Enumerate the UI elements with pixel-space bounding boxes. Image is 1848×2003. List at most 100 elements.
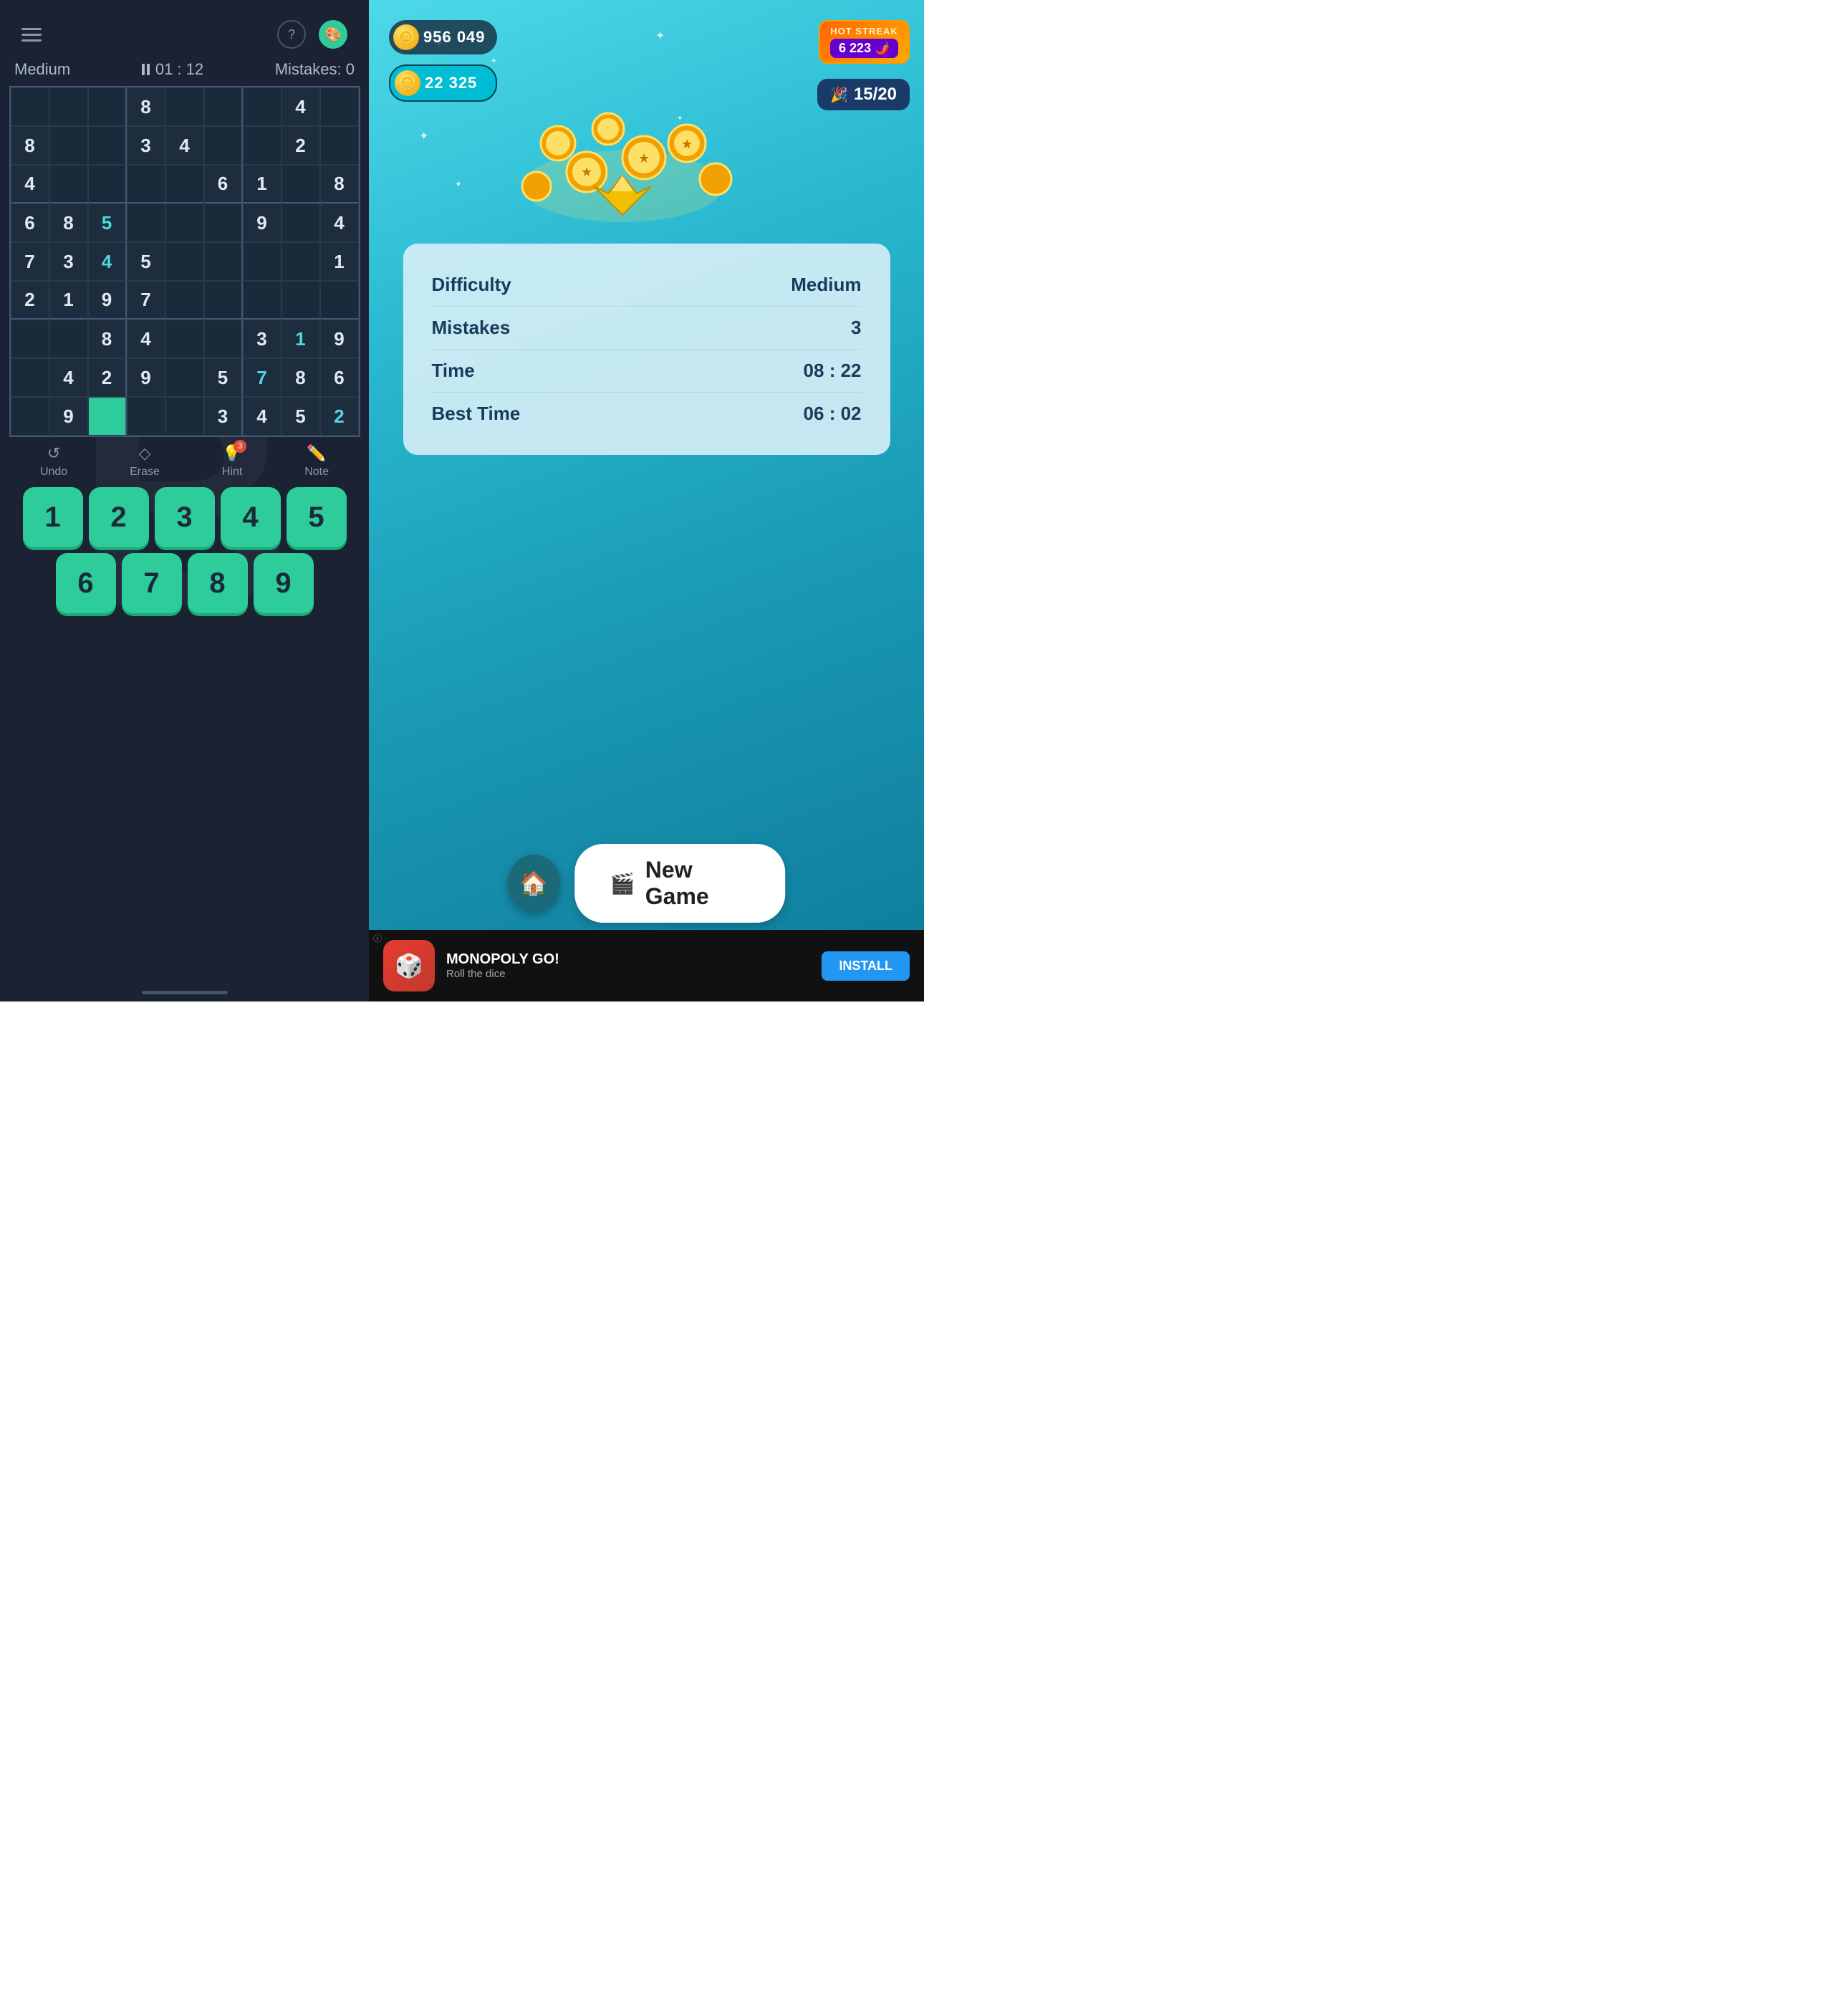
cell[interactable] xyxy=(165,281,204,320)
num-btn-9[interactable]: 9 xyxy=(254,553,314,613)
cell[interactable] xyxy=(204,203,243,242)
pause-icon[interactable] xyxy=(142,64,150,75)
cell[interactable]: 8 xyxy=(11,126,49,165)
cell[interactable]: 6 xyxy=(320,358,359,397)
cell[interactable]: 9 xyxy=(243,203,281,242)
cell[interactable] xyxy=(11,87,49,126)
cell[interactable]: 1 xyxy=(243,165,281,203)
cell[interactable] xyxy=(127,165,165,203)
cell[interactable]: 3 xyxy=(127,126,165,165)
cell[interactable]: 9 xyxy=(88,281,127,320)
cell[interactable]: 1 xyxy=(320,242,359,281)
cell[interactable] xyxy=(204,87,243,126)
cell[interactable] xyxy=(165,397,204,436)
cell[interactable]: 4 xyxy=(243,397,281,436)
num-btn-7[interactable]: 7 xyxy=(122,553,182,613)
num-btn-4[interactable]: 4 xyxy=(221,487,281,547)
cell[interactable]: 3 xyxy=(204,397,243,436)
cell[interactable] xyxy=(11,320,49,358)
cell[interactable] xyxy=(127,203,165,242)
cell[interactable]: 4 xyxy=(127,320,165,358)
cell[interactable]: 6 xyxy=(204,165,243,203)
cell[interactable] xyxy=(243,87,281,126)
cell[interactable] xyxy=(88,126,127,165)
install-button[interactable]: INSTALL xyxy=(822,951,910,981)
cell[interactable] xyxy=(204,320,243,358)
cell[interactable] xyxy=(11,358,49,397)
cell[interactable] xyxy=(165,87,204,126)
cell[interactable] xyxy=(204,242,243,281)
cell[interactable]: 4 xyxy=(320,203,359,242)
cell[interactable]: 8 xyxy=(281,358,320,397)
cell[interactable]: 8 xyxy=(320,165,359,203)
num-btn-8[interactable]: 8 xyxy=(188,553,248,613)
cell[interactable]: 2 xyxy=(320,397,359,436)
cell[interactable] xyxy=(320,126,359,165)
hint-button[interactable]: 💡 Hint 3 xyxy=(222,444,242,479)
cell[interactable]: 2 xyxy=(281,126,320,165)
cell[interactable] xyxy=(49,165,88,203)
cell[interactable]: 9 xyxy=(49,397,88,436)
cell[interactable]: 4 xyxy=(11,165,49,203)
cell[interactable]: 1 xyxy=(281,320,320,358)
num-btn-6[interactable]: 6 xyxy=(56,553,116,613)
cell[interactable]: 5 xyxy=(204,358,243,397)
cell[interactable] xyxy=(165,320,204,358)
cell[interactable] xyxy=(243,242,281,281)
cell[interactable] xyxy=(165,242,204,281)
cell[interactable] xyxy=(165,203,204,242)
cell[interactable] xyxy=(88,87,127,126)
cell[interactable]: 4 xyxy=(88,242,127,281)
cell[interactable] xyxy=(49,87,88,126)
undo-button[interactable]: ↺ Undo xyxy=(40,444,67,479)
palette-button[interactable]: 🎨 xyxy=(319,20,347,49)
cell[interactable] xyxy=(281,281,320,320)
cell[interactable]: 5 xyxy=(88,203,127,242)
cell[interactable]: 4 xyxy=(281,87,320,126)
cell[interactable]: 3 xyxy=(49,242,88,281)
cell[interactable]: 8 xyxy=(127,87,165,126)
cell[interactable]: 8 xyxy=(88,320,127,358)
num-btn-2[interactable]: 2 xyxy=(89,487,149,547)
cell[interactable] xyxy=(243,281,281,320)
cell[interactable]: 7 xyxy=(127,281,165,320)
note-button[interactable]: ✏️ Note xyxy=(304,444,329,479)
num-btn-3[interactable]: 3 xyxy=(155,487,215,547)
cell[interactable] xyxy=(127,397,165,436)
cell[interactable]: 9 xyxy=(127,358,165,397)
num-btn-1[interactable]: 1 xyxy=(23,487,83,547)
cell[interactable]: 7 xyxy=(243,358,281,397)
new-game-button[interactable]: 🎬 New Game xyxy=(574,844,785,923)
cell[interactable]: 1 xyxy=(49,281,88,320)
cell[interactable] xyxy=(49,320,88,358)
cell[interactable]: 5 xyxy=(127,242,165,281)
cell[interactable]: 2 xyxy=(11,281,49,320)
cell[interactable]: 8 xyxy=(49,203,88,242)
cell[interactable]: 4 xyxy=(165,126,204,165)
cell[interactable] xyxy=(243,126,281,165)
cell[interactable] xyxy=(281,242,320,281)
cell[interactable]: 4 xyxy=(49,358,88,397)
cell[interactable] xyxy=(320,87,359,126)
cell[interactable] xyxy=(11,397,49,436)
cell[interactable]: 5 xyxy=(281,397,320,436)
cell[interactable] xyxy=(320,281,359,320)
cell[interactable] xyxy=(88,165,127,203)
hamburger-button[interactable] xyxy=(21,28,42,42)
num-btn-5[interactable]: 5 xyxy=(287,487,347,547)
cell[interactable] xyxy=(49,126,88,165)
cell[interactable]: 2 xyxy=(88,358,127,397)
cell[interactable] xyxy=(281,203,320,242)
cell[interactable] xyxy=(204,126,243,165)
cell[interactable] xyxy=(165,358,204,397)
cell[interactable] xyxy=(281,165,320,203)
cell[interactable]: 3 xyxy=(243,320,281,358)
cell[interactable]: 6 xyxy=(11,203,49,242)
cell[interactable] xyxy=(204,281,243,320)
home-button[interactable]: 🏠 xyxy=(508,855,560,912)
cell[interactable]: 9 xyxy=(320,320,359,358)
erase-button[interactable]: ◇ Erase xyxy=(130,444,160,479)
cell[interactable] xyxy=(88,397,127,436)
cell[interactable] xyxy=(165,165,204,203)
cell[interactable]: 7 xyxy=(11,242,49,281)
